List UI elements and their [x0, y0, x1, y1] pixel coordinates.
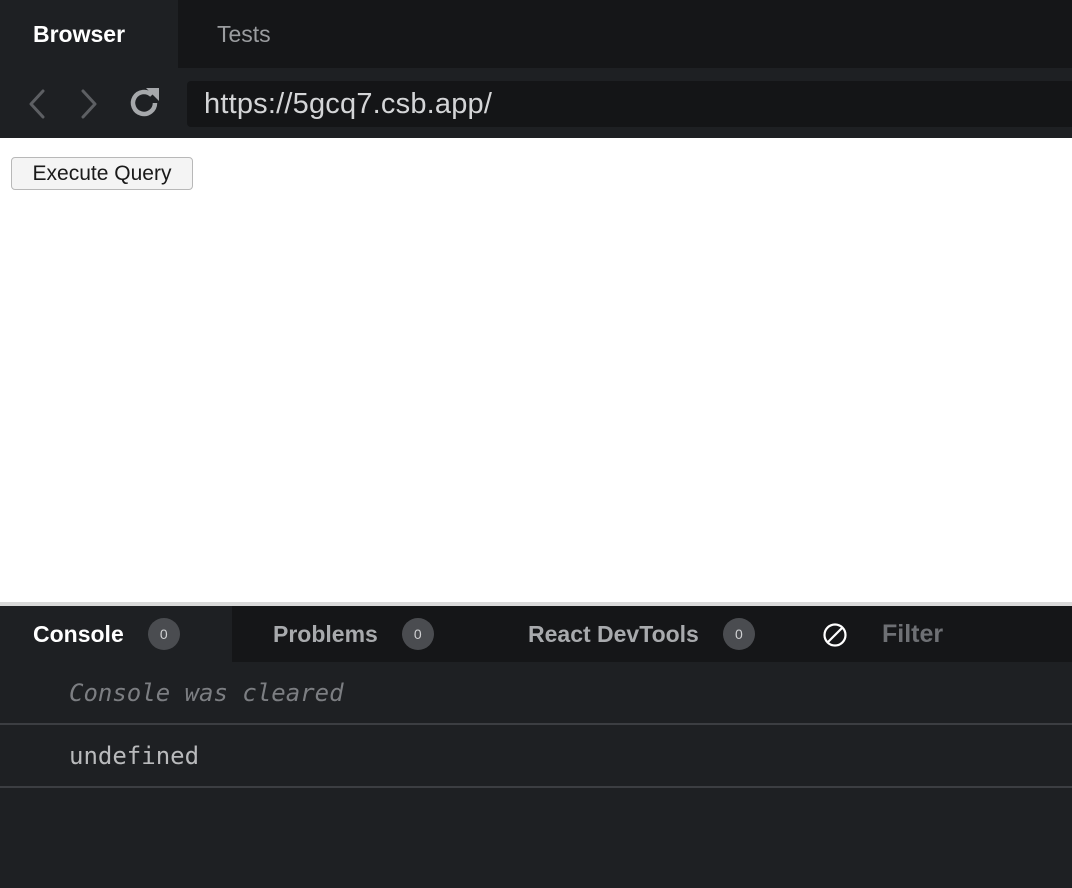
chevron-right-icon: [81, 89, 97, 119]
preview-pane: Execute Query: [0, 138, 1072, 602]
chevron-left-icon: [29, 89, 45, 119]
filter-input[interactable]: Filter: [882, 606, 943, 662]
tab-problems[interactable]: Problems 0: [273, 606, 434, 662]
tab-problems-label: Problems: [273, 620, 378, 647]
tab-browser[interactable]: Browser: [0, 0, 178, 68]
reload-button[interactable]: [124, 82, 164, 124]
console-line: Console was cleared: [0, 662, 1072, 725]
tab-console-label: Console: [33, 620, 124, 647]
tab-react-devtools-label: React DevTools: [528, 620, 699, 647]
tab-react-devtools[interactable]: React DevTools 0: [528, 606, 755, 662]
tab-browser-label: Browser: [33, 20, 126, 47]
devtools-tab-bar: Console 0 Problems 0 React DevTools 0 Fi…: [0, 606, 1072, 662]
tab-tests[interactable]: Tests: [178, 0, 304, 68]
top-tab-bar: Browser Tests: [0, 0, 1072, 68]
navigation-bar: https://5gcq7.csb.app/: [0, 68, 1072, 138]
console-line: undefined: [0, 725, 1072, 788]
problems-count-badge: 0: [401, 618, 434, 650]
filter-placeholder: Filter: [882, 619, 944, 648]
console-count-badge: 0: [147, 618, 180, 650]
reload-icon: [130, 88, 159, 117]
tab-console[interactable]: Console 0: [0, 606, 232, 662]
tab-tests-label: Tests: [217, 20, 271, 47]
console-output: Console was cleared undefined: [0, 662, 1072, 888]
clear-console-icon[interactable]: [822, 622, 848, 648]
url-input[interactable]: https://5gcq7.csb.app/: [187, 81, 1072, 127]
forward-button[interactable]: [72, 86, 106, 122]
execute-query-button[interactable]: Execute Query: [11, 157, 193, 190]
url-text: https://5gcq7.csb.app/: [204, 87, 493, 120]
back-button[interactable]: [20, 86, 54, 122]
react-devtools-count-badge: 0: [722, 618, 755, 650]
